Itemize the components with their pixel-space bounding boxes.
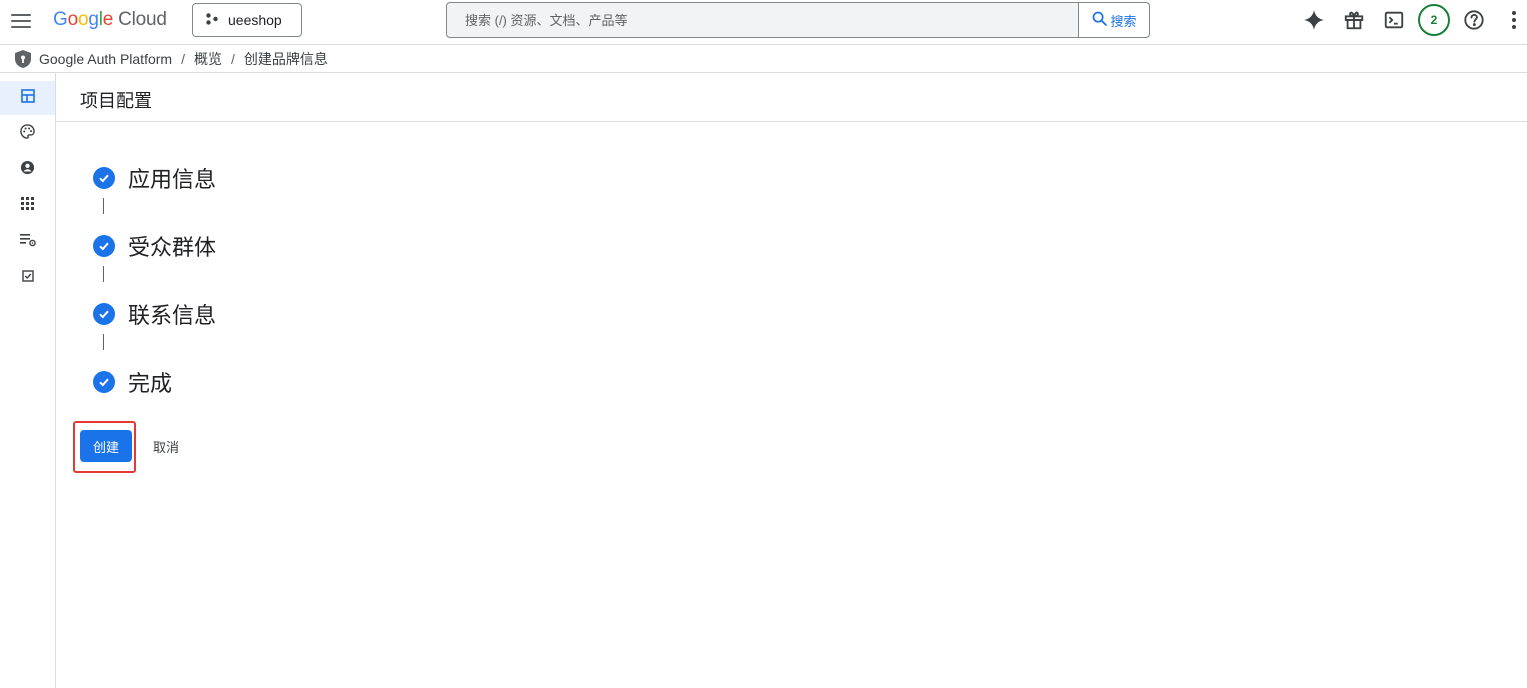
- search-icon: [1091, 10, 1108, 30]
- cancel-button[interactable]: 取消: [142, 430, 190, 462]
- step-label: 应用信息: [128, 167, 217, 192]
- breadcrumb-item-create-branding: 创建品牌信息: [243, 50, 328, 67]
- stepper-step-audience[interactable]: 受众群体: [93, 231, 216, 261]
- search-button[interactable]: 搜索: [1078, 3, 1149, 37]
- notification-count-badge[interactable]: 2: [1418, 4, 1450, 36]
- stepper-step-finish[interactable]: 完成: [93, 367, 172, 397]
- nav-item-clients[interactable]: [0, 189, 55, 223]
- logo-google-text: Google: [53, 9, 114, 30]
- account-circle-icon: [20, 160, 35, 180]
- check-circle-icon: [93, 235, 115, 257]
- more-vert-icon[interactable]: [1502, 8, 1526, 32]
- nav-item-branding[interactable]: [0, 117, 55, 151]
- cloud-shell-terminal-icon[interactable]: [1382, 8, 1406, 32]
- logo-cloud-text: Cloud: [118, 9, 167, 30]
- check-circle-icon: [93, 371, 115, 393]
- project-name: ueeshop: [228, 12, 282, 28]
- step-connector: [103, 334, 104, 350]
- project-picker-button[interactable]: ueeshop: [192, 3, 302, 37]
- gemini-spark-icon[interactable]: [1302, 8, 1326, 32]
- breadcrumb-separator: /: [230, 50, 235, 67]
- nav-item-data-access[interactable]: [0, 225, 55, 259]
- google-cloud-logo[interactable]: Google Cloud: [53, 9, 167, 31]
- step-label: 联系信息: [128, 303, 217, 328]
- step-connector: [103, 266, 104, 282]
- check-circle-icon: [93, 303, 115, 325]
- main-menu-icon[interactable]: [8, 8, 34, 34]
- check-circle-icon: [93, 167, 115, 189]
- step-label: 受众群体: [128, 235, 217, 260]
- step-connector: [103, 198, 104, 214]
- nav-item-audience[interactable]: [0, 153, 55, 187]
- stepper-step-contact-info[interactable]: 联系信息: [93, 299, 216, 329]
- search-input[interactable]: [447, 3, 1078, 37]
- palette-icon: [20, 124, 35, 144]
- main-content: 项目配置 应用信息 受众群体 联系信息 完成 创建 取消: [56, 73, 1527, 688]
- breadcrumb: Google Auth Platform / 概览 / 创建品牌信息: [0, 45, 1527, 73]
- shield-icon: [14, 49, 32, 69]
- search-bar: 搜索: [446, 2, 1150, 38]
- breadcrumb-item-overview[interactable]: 概览: [194, 49, 222, 69]
- page-header: 项目配置: [56, 73, 1527, 122]
- apps-grid-icon: [21, 197, 34, 215]
- left-nav-rail: [0, 73, 56, 688]
- nav-item-overview[interactable]: [0, 81, 55, 115]
- create-button[interactable]: 创建: [80, 430, 132, 462]
- checkbox-icon: [21, 269, 34, 287]
- top-app-bar: GoogleCloud ueeshop 搜索 2: [0, 0, 1527, 45]
- project-hub-icon: [205, 12, 219, 29]
- nav-item-verification[interactable]: [0, 261, 55, 295]
- step-label: 完成: [128, 371, 173, 396]
- list-settings-icon: [19, 233, 36, 252]
- gift-icon[interactable]: [1342, 8, 1366, 32]
- breadcrumb-item-auth-platform[interactable]: Google Auth Platform: [39, 51, 172, 67]
- dashboard-icon: [20, 88, 35, 108]
- search-button-label: 搜索: [1110, 13, 1137, 29]
- page-title: 项目配置: [80, 91, 152, 111]
- breadcrumb-separator: /: [181, 50, 185, 67]
- stepper-step-app-info[interactable]: 应用信息: [93, 163, 216, 193]
- help-icon[interactable]: [1462, 8, 1486, 32]
